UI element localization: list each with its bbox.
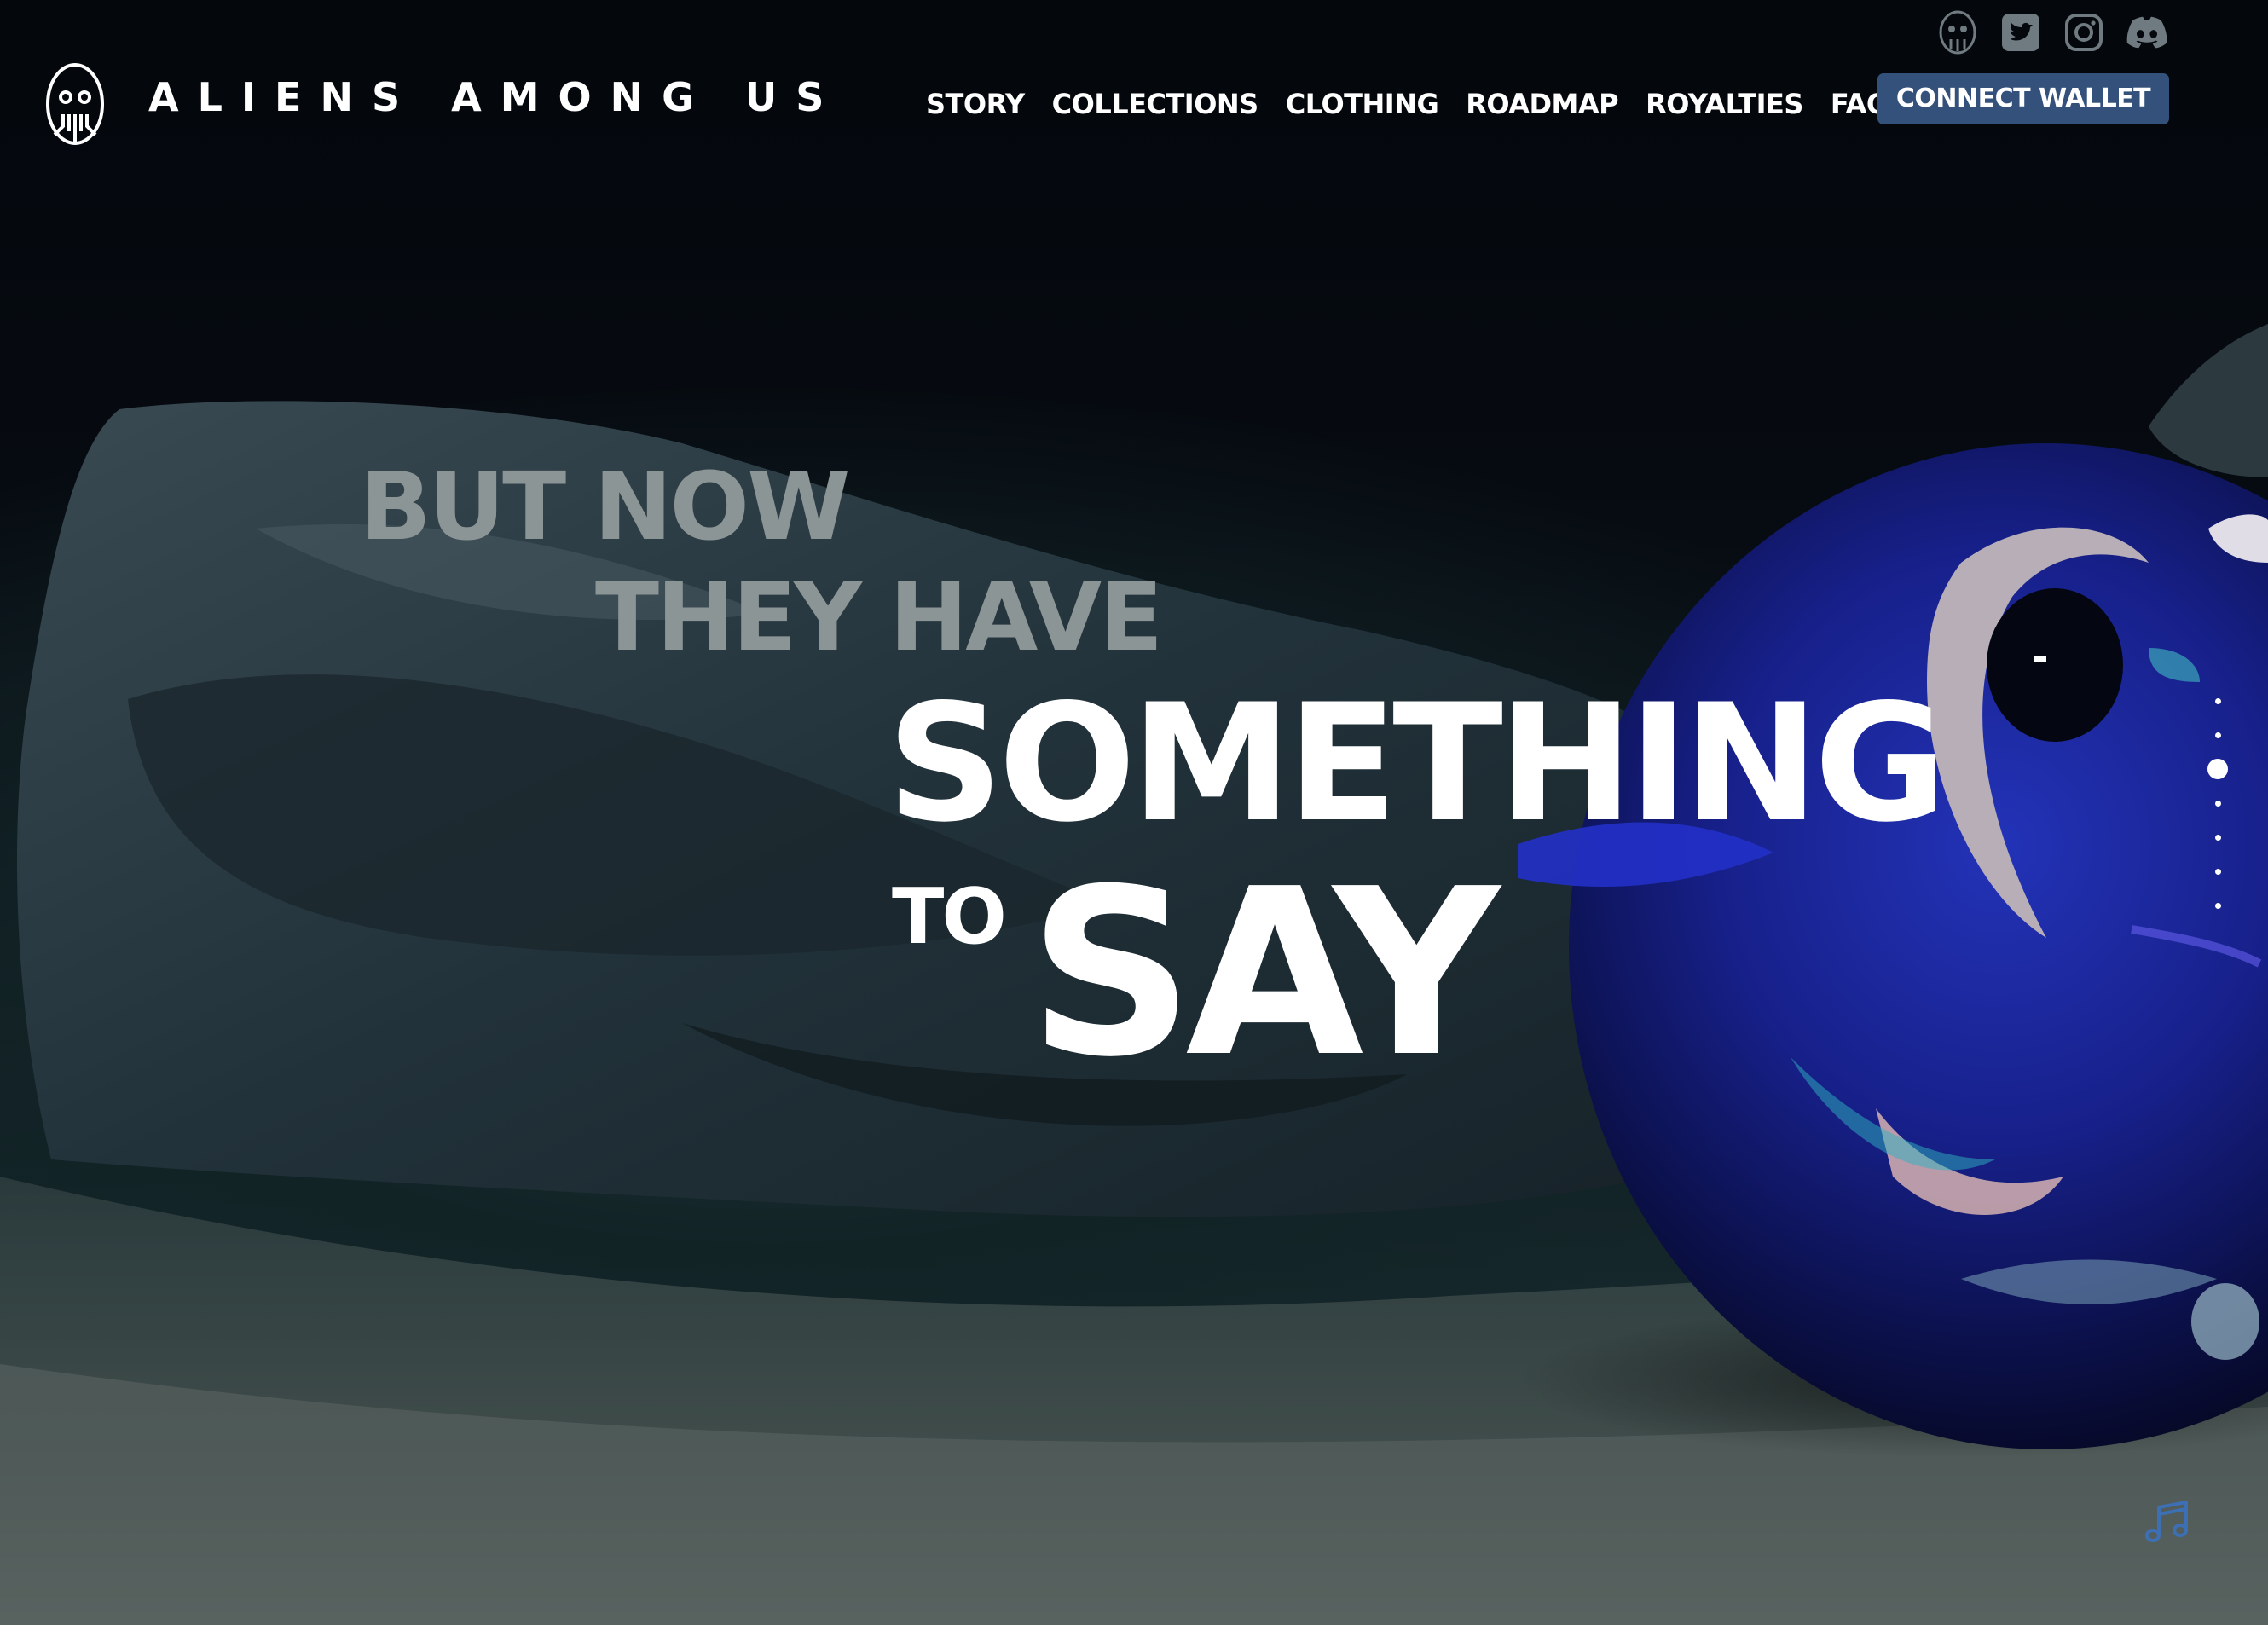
brand-title[interactable]: ALIENS AMONG US: [148, 75, 842, 119]
scroll-dot[interactable]: [2214, 732, 2221, 738]
hero-line-2: THEY HAVE: [595, 563, 1163, 672]
nav-story[interactable]: STORY: [926, 87, 1025, 121]
twitter-icon[interactable]: [1999, 10, 2043, 55]
hero-line-1: BUT NOW: [360, 452, 850, 561]
scroll-dot[interactable]: [2214, 834, 2221, 841]
hero-line-4-small: TO: [892, 872, 1007, 962]
nav-collections[interactable]: COLLECTIONS: [1052, 87, 1259, 121]
connect-wallet-button[interactable]: CONNECT WALLET: [1877, 73, 2169, 124]
main-nav: STORY COLLECTIONS CLOTHING ROADMAP ROYAL…: [926, 87, 1917, 121]
scroll-dot[interactable]: [2214, 697, 2221, 704]
hero-line-4-large: SAY: [1028, 839, 1500, 1107]
social-links: [1935, 10, 2169, 55]
brand-logo-icon[interactable]: [44, 63, 106, 148]
scroll-dot[interactable]: [2214, 800, 2221, 807]
nav-clothing[interactable]: CLOTHING: [1286, 87, 1439, 121]
nav-royalties[interactable]: ROYALTIES: [1646, 87, 1803, 121]
alien-logo-icon[interactable]: [1935, 10, 1980, 55]
instagram-icon[interactable]: [2062, 10, 2106, 55]
scroll-dot[interactable]: [2214, 868, 2221, 875]
hero-section: ALIENS AMONG US STORY COLLECTIONS CLOTHI…: [0, 0, 2268, 1625]
nav-roadmap[interactable]: ROADMAP: [1466, 87, 1618, 121]
hero-line-3: SOMETHING: [887, 669, 1947, 858]
scroll-dot-active[interactable]: [2207, 759, 2228, 779]
scroll-dot[interactable]: [2214, 902, 2221, 909]
music-note-icon[interactable]: [2140, 1495, 2195, 1550]
discord-icon[interactable]: [2125, 10, 2169, 55]
